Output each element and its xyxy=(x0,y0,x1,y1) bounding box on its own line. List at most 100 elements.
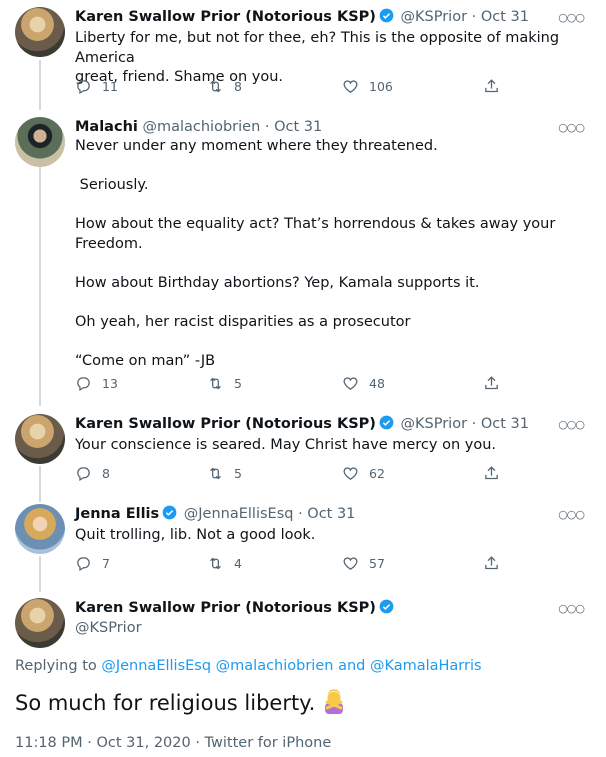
avatar[interactable] xyxy=(15,504,65,554)
tweet-header: Jenna Ellis @JennaEllisEsq · Oct 31 xyxy=(75,504,355,524)
tweet-header: Karen Swallow Prior (Notorious KSP) @KSP… xyxy=(75,414,529,434)
avatar[interactable] xyxy=(15,598,65,648)
tweet-timestamp[interactable]: 11:18 PM · Oct 31, 2020 · Twitter for iP… xyxy=(15,735,331,751)
author-handle[interactable]: @KSPrior xyxy=(401,416,468,432)
focus-tweet[interactable]: Karen Swallow Prior (Notorious KSP) @KSP… xyxy=(0,598,606,757)
like-button[interactable]: 57 xyxy=(342,555,385,572)
tweet-line: How about the equality act? That’s horre… xyxy=(75,216,556,232)
tweet-line: Freedom. xyxy=(75,235,143,252)
separator-dot: · xyxy=(471,9,477,25)
tweet[interactable]: Malachi @malachiobrien · Oct 31 ○○○ Neve… xyxy=(0,117,606,397)
tweet-actions: 7 4 57 xyxy=(75,555,505,575)
like-button[interactable]: 62 xyxy=(342,465,385,482)
retweet-button[interactable]: 5 xyxy=(207,465,242,482)
retweet-icon xyxy=(210,377,221,390)
tweet-line xyxy=(75,293,590,313)
focus-text: So much for religious liberty. xyxy=(15,688,347,717)
tweet[interactable]: Jenna Ellis @JennaEllisEsq · Oct 31 ○○○ … xyxy=(0,504,606,579)
reply-icon xyxy=(77,557,90,572)
tweet-date[interactable]: Oct 31 xyxy=(307,506,355,522)
retweet-count: 4 xyxy=(234,556,242,571)
tweet-line: Oh yeah, her racist disparities as a pro… xyxy=(75,313,411,330)
share-button[interactable] xyxy=(483,555,510,572)
verified-badge-icon xyxy=(379,8,394,23)
retweet-button[interactable]: 4 xyxy=(207,555,242,572)
reply-button[interactable]: 13 xyxy=(75,375,118,392)
tweet-text: Your conscience is seared. May Christ ha… xyxy=(75,436,590,456)
reply-count: 11 xyxy=(102,79,118,94)
tweet-line: Quit trolling, lib. Not a good look. xyxy=(75,527,316,543)
tweet-header: Karen Swallow Prior (Notorious KSP) @KSP… xyxy=(75,7,529,27)
author-name[interactable]: Karen Swallow Prior (Notorious KSP) xyxy=(75,9,376,25)
reply-count: 7 xyxy=(102,556,110,571)
author-name[interactable]: Jenna Ellis xyxy=(75,506,159,522)
reply-icon xyxy=(77,377,90,392)
avatar[interactable] xyxy=(15,7,65,57)
author-handle[interactable]: @KSPrior xyxy=(75,618,142,638)
share-button[interactable] xyxy=(483,465,510,482)
tweet-text: Never under any moment where they threat… xyxy=(75,137,590,371)
tweet-actions: 13 5 48 xyxy=(75,375,505,395)
more-icon[interactable]: ○○○ xyxy=(558,418,585,431)
like-count: 48 xyxy=(369,376,385,391)
more-icon[interactable]: ○○○ xyxy=(558,508,585,521)
reply-button[interactable]: 8 xyxy=(75,465,110,482)
like-count: 106 xyxy=(369,79,393,94)
tweet-header: Karen Swallow Prior (Notorious KSP) xyxy=(75,598,396,618)
like-icon xyxy=(343,377,358,390)
retweet-button[interactable]: 8 xyxy=(207,78,242,95)
tweet-date[interactable]: Oct 31 xyxy=(481,416,529,432)
separator-dot: · xyxy=(471,416,477,432)
avatar[interactable] xyxy=(15,414,65,464)
reply-icon xyxy=(77,467,90,482)
tweet[interactable]: Karen Swallow Prior (Notorious KSP) @KSP… xyxy=(0,7,606,102)
more-icon[interactable]: ○○○ xyxy=(558,602,585,615)
tweet-line: “Come on man” -JB xyxy=(75,352,216,369)
retweet-icon xyxy=(210,467,221,480)
like-button[interactable]: 48 xyxy=(342,375,385,392)
replying-prefix: Replying to xyxy=(15,658,97,674)
tweet-line: Seriously. xyxy=(75,177,149,193)
tweet-date[interactable]: Oct 31 xyxy=(481,9,529,25)
tweet-date[interactable]: Oct 31 xyxy=(274,119,322,135)
tweet[interactable]: Karen Swallow Prior (Notorious KSP) @KSP… xyxy=(0,414,606,489)
like-icon xyxy=(343,80,358,93)
separator-dot: · xyxy=(298,506,303,522)
author-name[interactable]: Malachi xyxy=(75,119,138,135)
tweet-line xyxy=(75,196,590,216)
author-name[interactable]: Karen Swallow Prior (Notorious KSP) xyxy=(75,416,376,432)
reply-button[interactable]: 7 xyxy=(75,555,110,572)
tweet-header: Malachi @malachiobrien · Oct 31 xyxy=(75,117,322,137)
share-button[interactable] xyxy=(483,375,510,392)
reply-count: 13 xyxy=(102,376,118,391)
avatar[interactable] xyxy=(15,117,65,167)
author-handle[interactable]: @malachiobrien xyxy=(142,119,260,135)
share-icon xyxy=(485,376,498,390)
author-name[interactable]: Karen Swallow Prior (Notorious KSP) xyxy=(75,600,376,616)
author-handle[interactable]: @JennaEllisEsq xyxy=(184,506,294,522)
retweet-count: 8 xyxy=(234,79,242,94)
replying-to: Replying to @JennaEllisEsq @malachiobrie… xyxy=(15,658,482,674)
like-button[interactable]: 106 xyxy=(342,78,393,95)
like-icon xyxy=(343,467,358,480)
mention-link[interactable]: @KamalaHarris xyxy=(370,658,482,674)
tweet-line xyxy=(75,332,590,352)
mention-link[interactable]: @malachiobrien xyxy=(216,658,334,674)
like-icon xyxy=(343,557,358,570)
author-handle[interactable]: @KSPrior xyxy=(401,9,468,25)
tweet-line: Your conscience is seared. May Christ ha… xyxy=(75,437,497,453)
like-count: 57 xyxy=(369,556,385,571)
reply-button[interactable]: 11 xyxy=(75,78,118,95)
more-icon[interactable]: ○○○ xyxy=(558,11,585,24)
separator-dot: · xyxy=(264,119,270,135)
retweet-button[interactable]: 5 xyxy=(207,375,242,392)
tweet-line xyxy=(75,157,590,177)
tweet-line xyxy=(75,254,590,274)
reply-icon xyxy=(77,80,90,95)
tweet-text: Quit trolling, lib. Not a good look. xyxy=(75,526,590,546)
share-button[interactable] xyxy=(483,78,510,95)
more-icon[interactable]: ○○○ xyxy=(558,121,585,134)
tweet-line: How about Birthday abortions? Yep, Kamal… xyxy=(75,274,480,291)
mention-link[interactable]: @JennaEllisEsq xyxy=(101,658,211,674)
retweet-count: 5 xyxy=(234,376,242,391)
